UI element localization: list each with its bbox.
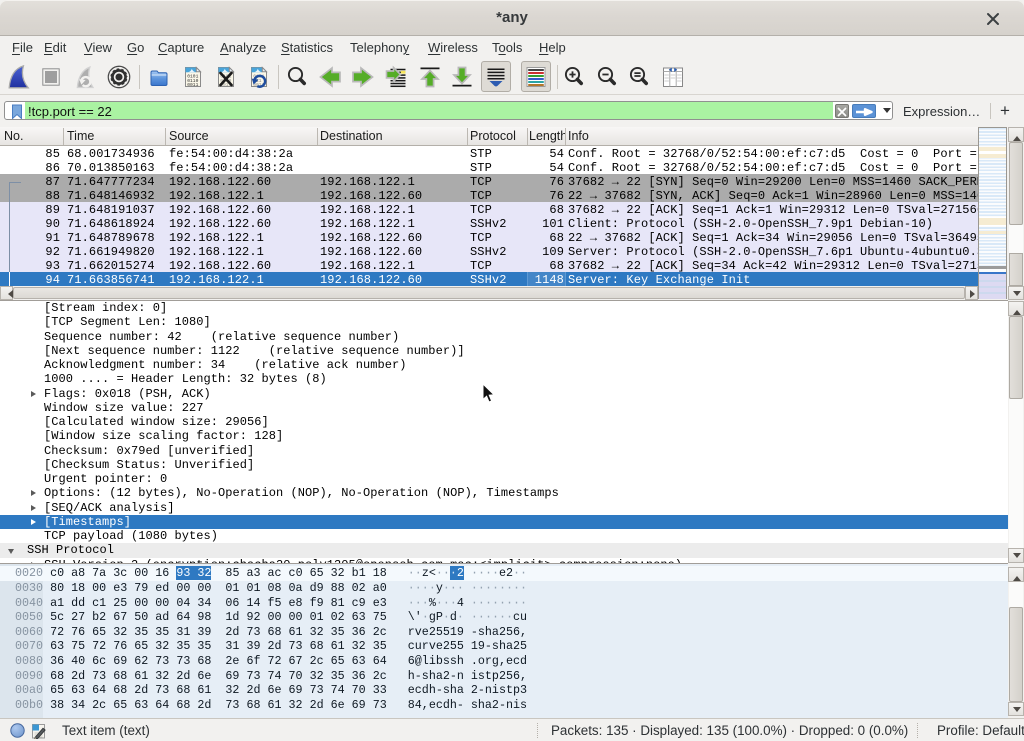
svg-text:0011: 0011	[187, 82, 198, 88]
